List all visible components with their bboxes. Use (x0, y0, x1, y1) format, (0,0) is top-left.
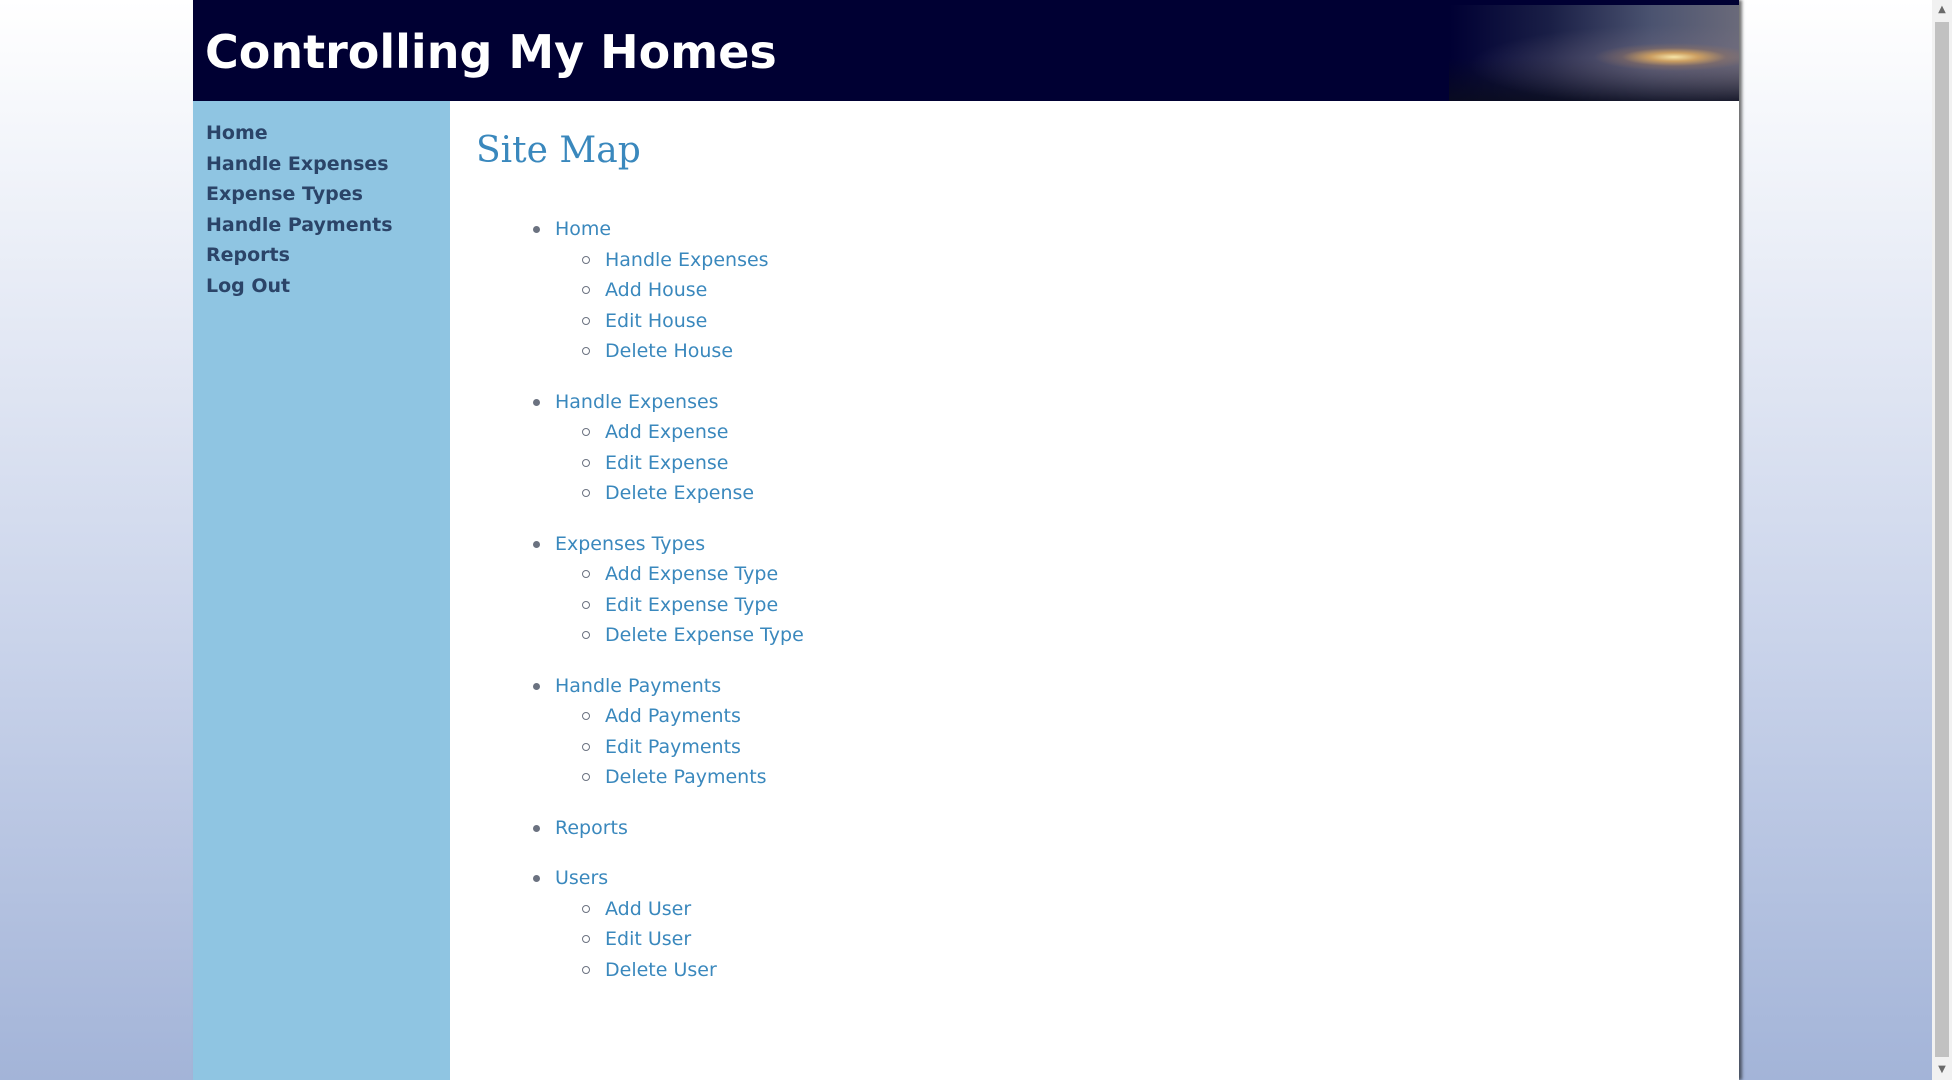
sidebar-link-home[interactable]: Home (206, 122, 268, 144)
sitemap-link-edit-expense-type[interactable]: Edit Expense Type (605, 594, 778, 616)
sitemap-link-expenses-types[interactable]: Expenses Types (555, 533, 705, 555)
sitemap-link-delete-user[interactable]: Delete User (605, 959, 717, 981)
sitemap-link-add-payments[interactable]: Add Payments (605, 705, 741, 727)
sitemap-link-add-expense-type[interactable]: Add Expense Type (605, 563, 778, 585)
sitemap-link-edit-payments[interactable]: Edit Payments (605, 736, 741, 758)
vertical-scrollbar[interactable]: ▲ ▼ (1932, 0, 1952, 1080)
sidebar-link-handle-payments[interactable]: Handle Payments (206, 214, 393, 236)
sitemap-link-edit-house[interactable]: Edit House (605, 310, 707, 332)
sitemap-link-delete-house[interactable]: Delete House (605, 340, 733, 362)
sidebar-item-handle-expenses: Handle Expenses (206, 149, 450, 180)
list-item: Add Expense Type (450, 559, 804, 590)
list-item: Add Expense (450, 417, 804, 448)
list-item: Delete Payments (450, 762, 804, 793)
list-item: Edit Expense (450, 448, 804, 479)
list-item: Handle Expenses (450, 245, 804, 276)
chevron-down-icon[interactable]: ▼ (1932, 1060, 1952, 1080)
sitemap-link-delete-expense[interactable]: Delete Expense (605, 482, 754, 504)
sitemap-link-handle-expenses[interactable]: Handle Expenses (555, 391, 719, 413)
page-container: Controlling My Homes Home Handle Expense… (193, 0, 1739, 1080)
sitemap-sublist: Add Expense Edit Expense Delete Expense (450, 417, 804, 509)
main-content: Site Map Home Handle Expenses Add House … (450, 101, 1739, 1080)
sidebar-item-handle-payments: Handle Payments (206, 210, 450, 241)
sidebar-link-handle-expenses[interactable]: Handle Expenses (206, 153, 389, 175)
sitemap-section-handle-expenses: Handle Expenses Add Expense Edit Expense… (450, 387, 804, 509)
sidebar-link-log-out[interactable]: Log Out (206, 275, 290, 297)
sitemap-sublist: Handle Expenses Add House Edit House Del… (450, 245, 804, 367)
scrollbar-thumb[interactable] (1935, 22, 1949, 1057)
site-header: Controlling My Homes (193, 0, 1739, 101)
sitemap-sublist: Add Payments Edit Payments Delete Paymen… (450, 701, 804, 793)
sidebar-nav: Home Handle Expenses Expense Types Handl… (193, 101, 450, 301)
sidebar-link-expense-types[interactable]: Expense Types (206, 183, 363, 205)
sitemap-section-expenses-types: Expenses Types Add Expense Type Edit Exp… (450, 529, 804, 651)
page-title: Site Map (476, 130, 641, 171)
chevron-up-icon[interactable]: ▲ (1932, 0, 1952, 20)
header-sunset-image (1449, 5, 1739, 101)
sitemap-sublist: Add User Edit User Delete User (450, 894, 804, 986)
sitemap-link-delete-expense-type[interactable]: Delete Expense Type (605, 624, 804, 646)
sitemap-link-add-expense[interactable]: Add Expense (605, 421, 728, 443)
sidebar: Home Handle Expenses Expense Types Handl… (193, 101, 450, 1080)
sitemap-link-handle-expenses[interactable]: Handle Expenses (605, 249, 769, 271)
sitemap-link-handle-payments[interactable]: Handle Payments (555, 675, 721, 697)
sidebar-item-expense-types: Expense Types (206, 179, 450, 210)
sidebar-item-log-out: Log Out (206, 271, 450, 302)
sitemap-link-edit-expense[interactable]: Edit Expense (605, 452, 728, 474)
sitemap-link-delete-payments[interactable]: Delete Payments (605, 766, 767, 788)
list-item: Edit User (450, 924, 804, 955)
sidebar-link-reports[interactable]: Reports (206, 244, 290, 266)
list-item: Delete Expense Type (450, 620, 804, 651)
site-map-list: Home Handle Expenses Add House Edit Hous… (450, 214, 804, 1005)
sitemap-section-handle-payments: Handle Payments Add Payments Edit Paymen… (450, 671, 804, 793)
sitemap-link-edit-user[interactable]: Edit User (605, 928, 691, 950)
sitemap-link-home[interactable]: Home (555, 218, 611, 240)
sitemap-section-users: Users Add User Edit User Delete User (450, 863, 804, 985)
list-item: Add User (450, 894, 804, 925)
list-item: Add Payments (450, 701, 804, 732)
list-item: Delete House (450, 336, 804, 367)
list-item: Delete Expense (450, 478, 804, 509)
list-item: Edit Expense Type (450, 590, 804, 621)
sidebar-item-home: Home (206, 118, 450, 149)
list-item: Delete User (450, 955, 804, 986)
site-title: Controlling My Homes (205, 25, 777, 79)
sitemap-link-add-user[interactable]: Add User (605, 898, 691, 920)
list-item: Add House (450, 275, 804, 306)
list-item: Edit House (450, 306, 804, 337)
sitemap-link-reports[interactable]: Reports (555, 817, 628, 839)
sidebar-item-reports: Reports (206, 240, 450, 271)
list-item: Edit Payments (450, 732, 804, 763)
sitemap-sublist: Add Expense Type Edit Expense Type Delet… (450, 559, 804, 651)
sitemap-section-home: Home Handle Expenses Add House Edit Hous… (450, 214, 804, 367)
sitemap-link-add-house[interactable]: Add House (605, 279, 707, 301)
sitemap-link-users[interactable]: Users (555, 867, 608, 889)
sitemap-section-reports: Reports (450, 813, 804, 844)
